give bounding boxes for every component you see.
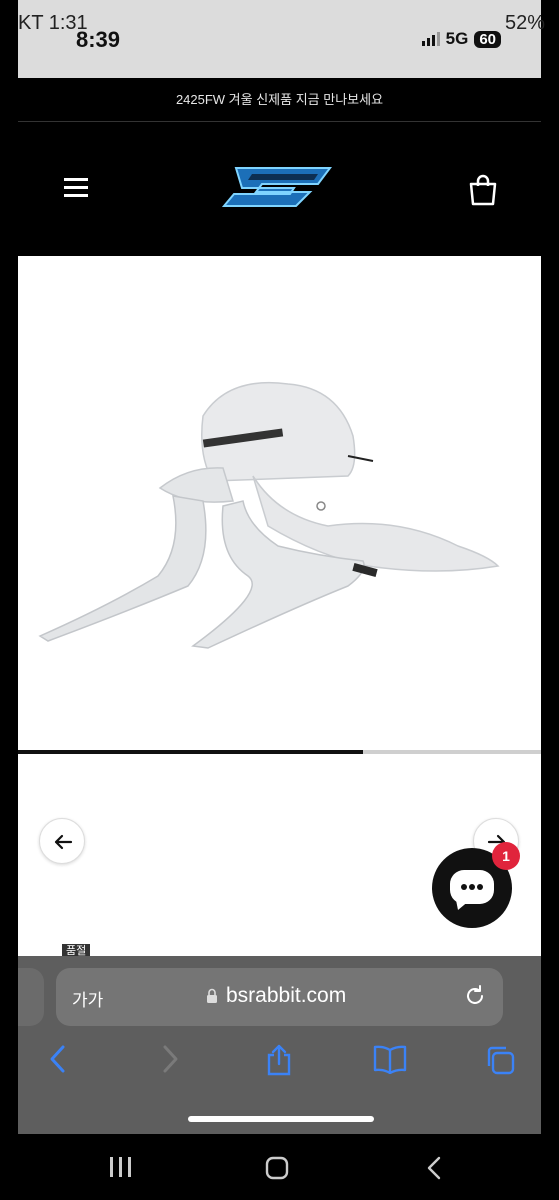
screen: KT 1:31 52% 8:39 5G 60 2425FW 겨울 신제품 지금 … xyxy=(0,0,559,1200)
back-nav-icon[interactable] xyxy=(424,1156,444,1180)
text-size-button[interactable]: 가가 xyxy=(72,986,103,1011)
battery-icon: 60 xyxy=(474,30,501,48)
cap-illustration xyxy=(38,381,500,649)
inner-status-icons: 5G 60 xyxy=(421,29,501,49)
home-icon[interactable] xyxy=(265,1156,291,1180)
site-header xyxy=(18,122,541,256)
android-nav-bar xyxy=(0,1134,559,1200)
inner-status-time: 8:39 xyxy=(76,27,121,52)
url-text: bsrabbit.com xyxy=(226,984,347,1007)
brand-logo[interactable] xyxy=(222,164,334,210)
hamburger-icon[interactable] xyxy=(64,178,88,197)
product-image[interactable] xyxy=(18,256,541,750)
shopping-bag-icon[interactable] xyxy=(468,174,498,206)
lock-icon xyxy=(207,988,217,1003)
announcement-bar[interactable]: 2425FW 겨울 신제품 지금 만나보세요 xyxy=(18,80,541,122)
arrow-left-icon xyxy=(54,834,73,850)
gallery-prev-button[interactable] xyxy=(39,818,85,864)
bookmarks-icon[interactable] xyxy=(373,1044,407,1074)
browser-bottom-bar: 가가 bsrabbit.com xyxy=(18,956,541,1134)
reload-icon[interactable] xyxy=(463,984,487,1008)
tabs-icon[interactable] xyxy=(484,1044,516,1076)
address-bar[interactable]: 가가 bsrabbit.com xyxy=(56,968,503,1026)
recent-apps-icon[interactable] xyxy=(108,1156,134,1178)
chat-unread-badge: 1 xyxy=(492,842,520,870)
share-icon[interactable] xyxy=(265,1044,293,1076)
signal-icon xyxy=(421,32,440,46)
forward-icon[interactable] xyxy=(158,1044,182,1074)
home-indicator[interactable] xyxy=(188,1116,374,1122)
back-icon[interactable] xyxy=(46,1044,70,1074)
network-type: 5G xyxy=(445,29,469,48)
previous-tab-preview[interactable] xyxy=(18,968,44,1026)
inner-status-bar: 8:39 5G 60 xyxy=(18,24,541,54)
chat-icon xyxy=(450,870,494,910)
url-display: bsrabbit.com xyxy=(206,984,346,1008)
